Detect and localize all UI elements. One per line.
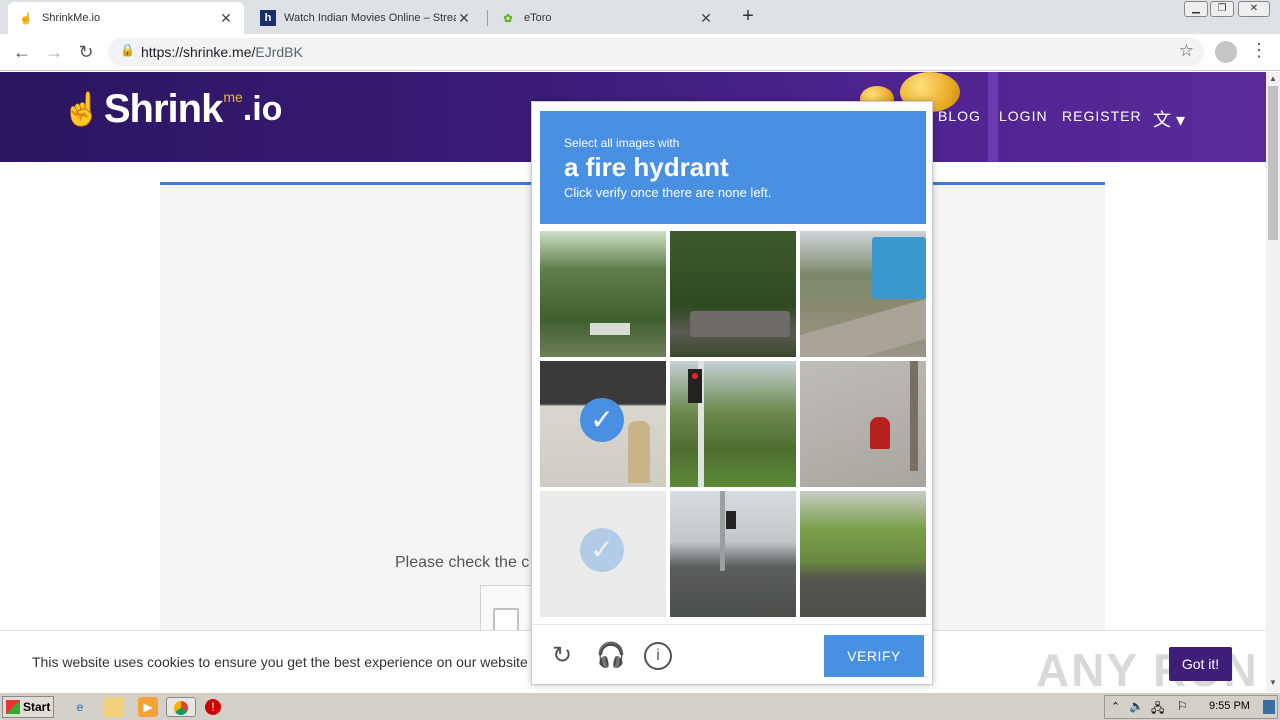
captcha-tile-4[interactable]: ✓ <box>540 361 666 487</box>
tab-indian-movies[interactable]: h Watch Indian Movies Online – Stream ✕ <box>250 2 482 34</box>
cookie-text: This website uses cookies to ensure you … <box>32 654 528 670</box>
back-button[interactable]: ← <box>10 40 34 64</box>
close-tab-icon[interactable]: ✕ <box>456 10 472 27</box>
windows-flag-icon <box>6 700 20 714</box>
logo-brand: Shrink <box>103 86 223 131</box>
media-player-icon[interactable]: ▶ <box>138 697 158 717</box>
chrome-menu-icon[interactable]: ⋮ <box>1250 40 1268 61</box>
captcha-tile-2[interactable] <box>670 231 796 357</box>
selected-checkmark-icon: ✓ <box>580 528 624 572</box>
tray-arrow-icon[interactable]: ⌃ <box>1111 700 1120 713</box>
verify-button[interactable]: VERIFY <box>824 635 924 677</box>
prompt-target: a fire hydrant <box>564 152 729 182</box>
minimize-button[interactable]: ▁ <box>1184 1 1208 17</box>
selected-checkmark-icon: ✓ <box>580 398 624 442</box>
refresh-icon[interactable]: ↻ <box>548 642 576 670</box>
page-scrollbar[interactable]: ▲ ▼ <box>1266 72 1280 692</box>
site-logo[interactable]: ☝ Shrink me .io <box>62 84 282 134</box>
tab-shrinkme[interactable]: ☝ ShrinkMe.io ✕ <box>8 2 244 34</box>
check-instruction: Please check the c <box>395 554 530 571</box>
address-url: https://shrinke.me/EJrdBK <box>141 44 303 60</box>
system-tray: ⌃ 🔈 🖧 ⚐ 9:55 PM <box>1104 695 1278 719</box>
tab-title: Watch Indian Movies Online – Stream <box>284 12 456 24</box>
restore-button[interactable]: ❐ <box>1210 1 1234 17</box>
etoro-icon: ✿ <box>503 12 513 25</box>
clock: 9:55 PM <box>1209 700 1250 712</box>
start-label: Start <box>23 700 51 714</box>
captcha-tile-8[interactable] <box>670 491 796 617</box>
captcha-tile-5[interactable] <box>670 361 796 487</box>
nav-login[interactable]: LOGIN <box>999 108 1048 124</box>
language-icon[interactable]: 文 ▾ <box>1153 106 1185 132</box>
new-tab-button[interactable]: + <box>737 5 759 28</box>
captcha-tile-1[interactable] <box>540 231 666 357</box>
logo-me: me <box>223 89 243 105</box>
close-tab-icon[interactable]: ✕ <box>698 10 714 27</box>
chrome-taskbar-icon[interactable] <box>166 697 196 717</box>
captcha-tile-6[interactable] <box>800 361 926 487</box>
tab-title: eToro <box>524 12 552 24</box>
reload-button[interactable]: ↻ <box>74 40 98 64</box>
captcha-tile-3[interactable] <box>800 231 926 357</box>
forward-button[interactable]: → <box>42 40 66 64</box>
scroll-thumb[interactable] <box>1268 86 1278 240</box>
scroll-down-icon[interactable]: ▼ <box>1266 678 1280 687</box>
got-it-button[interactable]: Got it! <box>1169 647 1232 681</box>
prompt-note: Click verify once there are none left. <box>564 185 772 200</box>
captcha-tile-7[interactable]: ✓ <box>540 491 666 617</box>
opera-icon[interactable]: ! <box>205 699 221 715</box>
flag-icon[interactable]: ⚐ <box>1177 699 1188 713</box>
start-button[interactable]: Start <box>2 696 54 718</box>
lock-icon: 🔒 <box>120 43 135 57</box>
scroll-up-icon[interactable]: ▲ <box>1266 74 1280 83</box>
address-bar[interactable]: 🔒 https://shrinke.me/EJrdBK ☆ <box>108 38 1204 66</box>
prompt-intro: Select all images with <box>564 136 680 150</box>
nav-register[interactable]: REGISTER <box>1062 108 1142 124</box>
bookmark-star-icon[interactable]: ☆ <box>1179 41 1194 61</box>
captcha-tile-9[interactable] <box>800 491 926 617</box>
h-logo-icon: h <box>260 10 276 26</box>
url-path: EJrdBK <box>255 44 303 60</box>
captcha-challenge: Select all images with a fire hydrant Cl… <box>531 101 933 685</box>
tab-title: ShrinkMe.io <box>42 12 101 24</box>
network-icon[interactable]: 🖧 <box>1151 699 1164 720</box>
info-icon[interactable]: i <box>644 642 672 670</box>
volume-icon[interactable]: 🔈 <box>1129 699 1144 713</box>
captcha-footer: ↻ 🎧 i VERIFY <box>532 624 932 684</box>
hand-icon: ☝ <box>19 12 33 25</box>
url-host: https://shrinke.me/ <box>141 44 256 60</box>
tab-strip: ☝ ShrinkMe.io ✕ h Watch Indian Movies On… <box>0 0 1280 34</box>
hand-pointer-icon: ☝ <box>62 91 102 127</box>
tab-etoro[interactable]: ✿ eToro ✕ <box>490 2 724 34</box>
folder-icon[interactable] <box>104 697 124 717</box>
logo-tld: .io <box>242 89 283 128</box>
close-tab-icon[interactable]: ✕ <box>218 10 234 27</box>
tab-divider <box>487 10 488 26</box>
windows-taskbar: Start e ▶ ! ⌃ 🔈 🖧 ⚐ 9:55 PM <box>0 692 1280 720</box>
headphones-icon[interactable]: 🎧 <box>596 642 626 670</box>
close-window-button[interactable]: ✕ <box>1238 1 1270 17</box>
show-desktop-icon[interactable] <box>1263 700 1275 714</box>
nav-blog[interactable]: BLOG <box>938 108 981 124</box>
browser-toolbar: ← → ↻ 🔒 https://shrinke.me/EJrdBK ☆ ⋮ <box>0 34 1280 71</box>
captcha-prompt: Select all images with a fire hydrant Cl… <box>540 111 926 224</box>
profile-avatar[interactable] <box>1215 41 1237 63</box>
ie-icon[interactable]: e <box>70 697 90 717</box>
header-stripe <box>988 72 998 162</box>
